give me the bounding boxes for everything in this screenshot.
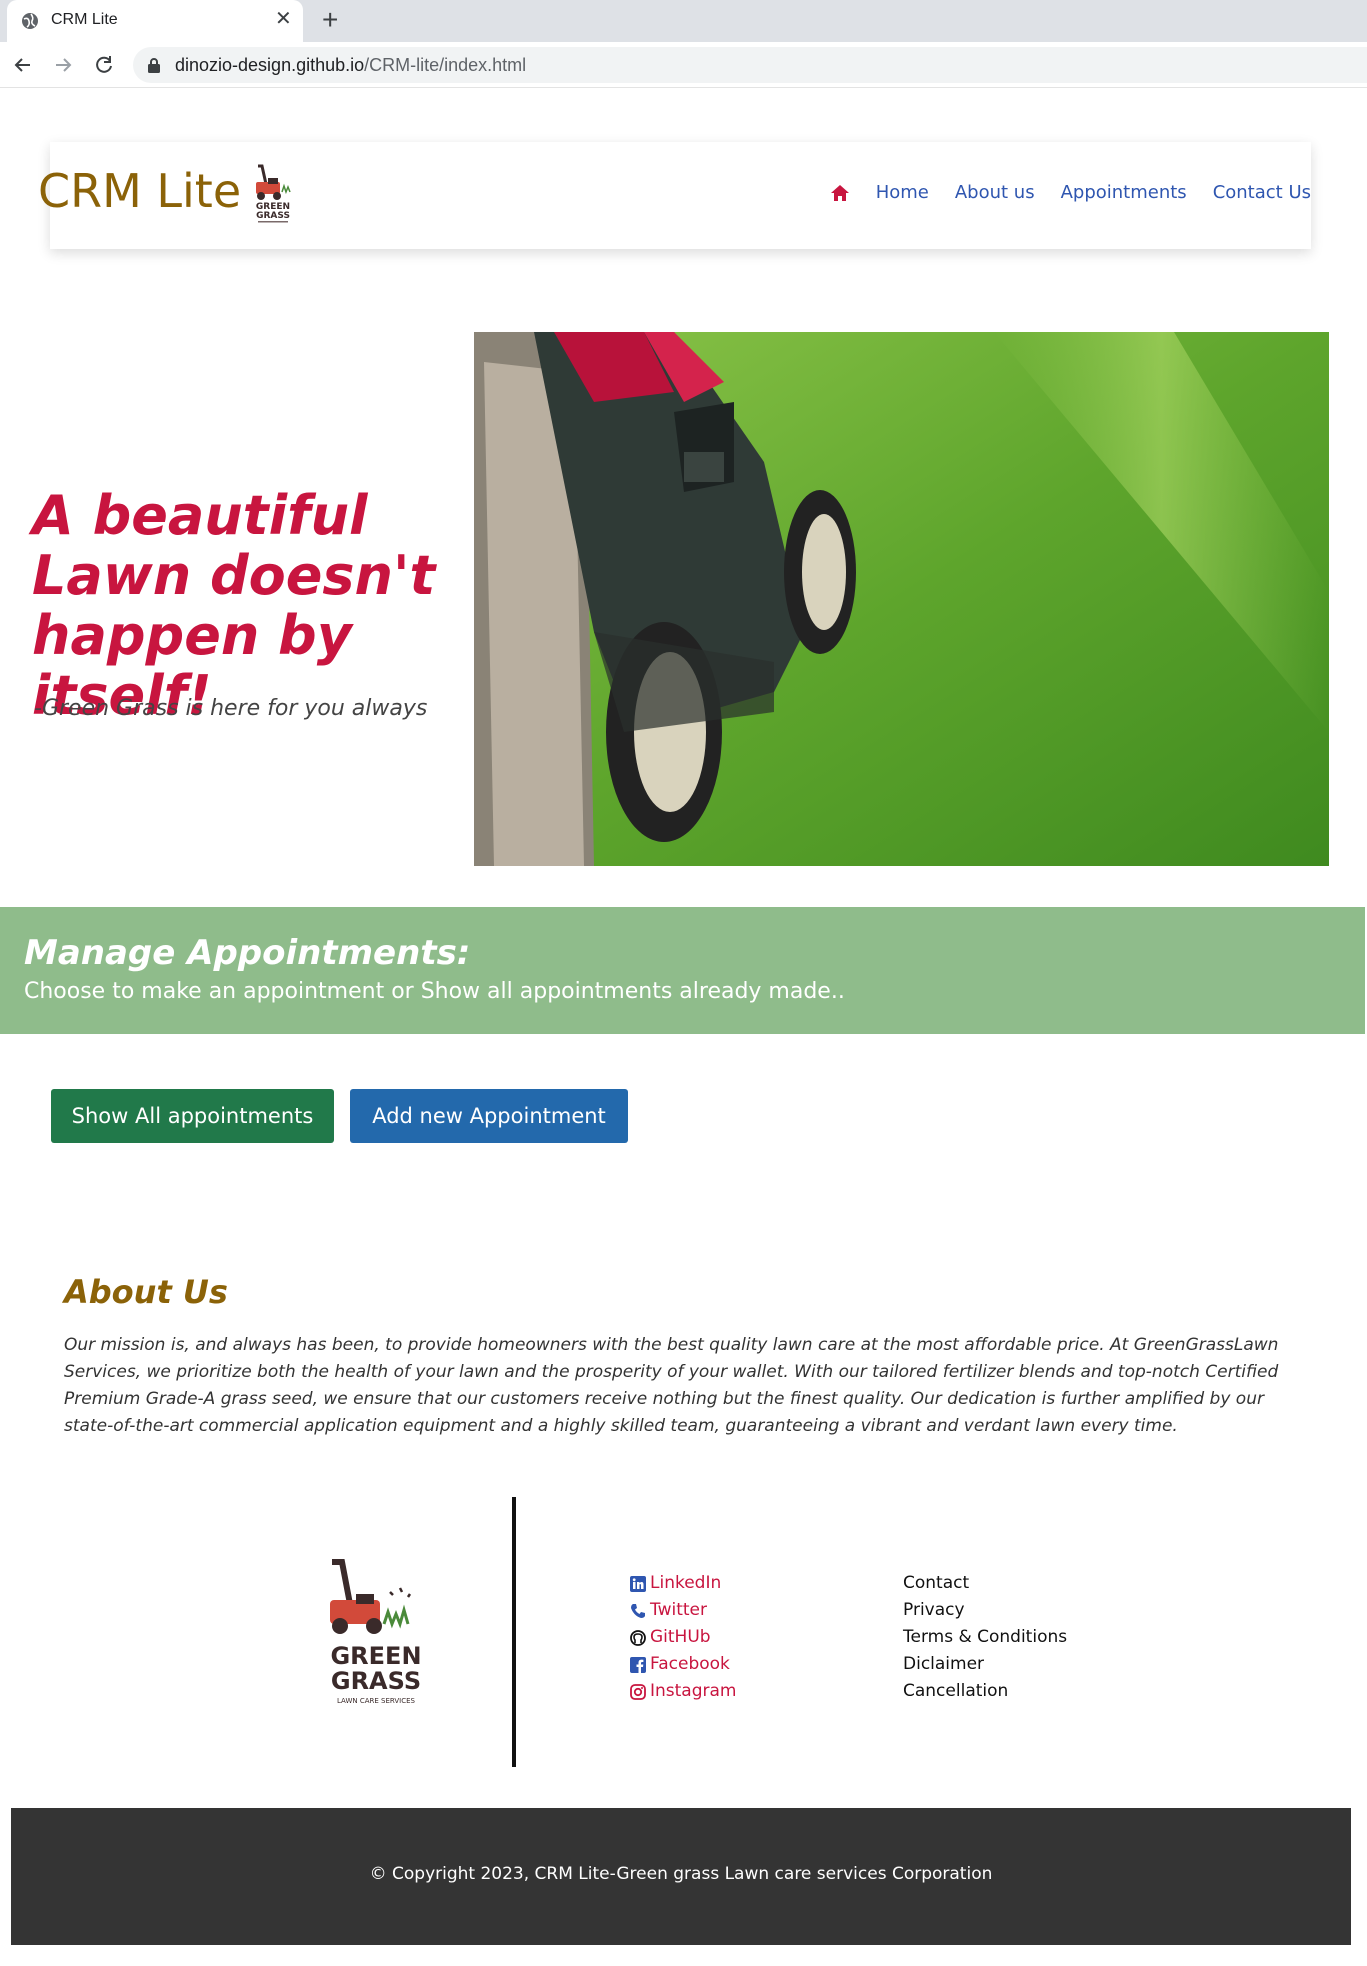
browser-tab[interactable]: CRM Lite ✕ [7, 0, 303, 42]
copyright-text: © Copyright 2023, CRM Lite-Green grass L… [369, 1864, 993, 1884]
social-link-linkedin[interactable]: LinkedIn [630, 1570, 737, 1597]
nav-about-us[interactable]: About us [955, 182, 1035, 203]
social-label: Instagram [650, 1681, 737, 1701]
logo-line2: GRASS [331, 1667, 421, 1695]
social-link-github[interactable]: GitHUb [630, 1624, 737, 1651]
footer-link-terms[interactable]: Terms & Conditions [903, 1624, 1067, 1651]
nav-contact-us[interactable]: Contact Us [1213, 182, 1311, 203]
github-icon [630, 1629, 646, 1646]
green-grass-logo[interactable]: GREEN GRASS [250, 162, 296, 226]
globe-icon [22, 13, 38, 29]
url-host: dinozio-design.github.io [175, 55, 365, 75]
hero-title: A beautiful Lawn doesn't happen by itsel… [32, 484, 436, 727]
about-us-title: About Us [64, 1273, 228, 1311]
page-content: CRM Lite GREEN GRASS Home About us Appoi… [0, 88, 1367, 1966]
reload-icon[interactable] [91, 52, 117, 78]
phone-icon [631, 1603, 645, 1618]
instagram-icon [630, 1683, 646, 1700]
social-label: Facebook [650, 1654, 730, 1674]
social-label: Twitter [650, 1600, 707, 1620]
main-nav: Home About us Appointments Contact Us [830, 182, 1311, 203]
browser-toolbar: dinozio-design.github.io/CRM-lite/index.… [0, 42, 1367, 88]
facebook-icon [630, 1656, 646, 1673]
svg-text:GRASS: GRASS [256, 211, 290, 221]
social-links: LinkedIn Twitter GitHUb Facebook Instagr… [630, 1570, 737, 1705]
social-label: GitHUb [650, 1627, 711, 1647]
hero-subtitle: -Green Grass is here for you always [34, 696, 428, 721]
url-path: /CRM-lite/index.html [364, 55, 527, 75]
footer-link-privacy[interactable]: Privacy [903, 1597, 1067, 1624]
footer-links: Contact Privacy Terms & Conditions Dicla… [903, 1570, 1067, 1705]
footer-link-cancellation[interactable]: Cancellation [903, 1678, 1067, 1705]
new-tab-icon[interactable]: + [322, 6, 338, 34]
forward-arrow-icon[interactable] [50, 52, 76, 78]
nav-home[interactable]: Home [876, 182, 929, 203]
show-all-appointments-button[interactable]: Show All appointments [51, 1089, 334, 1143]
social-link-twitter[interactable]: Twitter [630, 1597, 737, 1624]
close-icon[interactable]: ✕ [275, 9, 292, 29]
logo-line3: LAWN CARE SERVICES [337, 1697, 416, 1705]
footer-link-disclaimer[interactable]: Diclaimer [903, 1651, 1067, 1678]
social-label: LinkedIn [650, 1573, 722, 1593]
manage-title: Manage Appointments: [24, 933, 471, 973]
home-icon[interactable] [830, 184, 850, 202]
brand-title[interactable]: CRM Lite [38, 164, 241, 218]
social-link-instagram[interactable]: Instagram [630, 1678, 737, 1705]
linkedin-icon [630, 1575, 646, 1592]
lock-icon [148, 58, 160, 73]
manage-appointments-banner: Manage Appointments: Choose to make an a… [0, 907, 1365, 1034]
logo-line1: GREEN [330, 1642, 421, 1670]
copyright-bar: © Copyright 2023, CRM Lite-Green grass L… [11, 1808, 1351, 1945]
top-navbar: CRM Lite GREEN GRASS Home About us Appoi… [38, 142, 1311, 249]
lawn-mower-image [474, 332, 1329, 866]
social-link-facebook[interactable]: Facebook [630, 1651, 737, 1678]
nav-appointments[interactable]: Appointments [1061, 182, 1187, 203]
about-us-text: Our mission is, and always has been, to … [64, 1335, 1279, 1436]
url-text: dinozio-design.github.io/CRM-lite/index.… [175, 55, 526, 76]
add-new-appointment-button[interactable]: Add new Appointment [350, 1089, 628, 1143]
browser-tabstrip: CRM Lite ✕ + [0, 0, 1367, 42]
footer-green-grass-logo: GREEN GRASS LAWN CARE SERVICES [330, 1559, 422, 1705]
manage-subtitle: Choose to make an appointment or Show al… [24, 979, 845, 1004]
footer-divider [512, 1497, 516, 1767]
back-arrow-icon[interactable] [10, 52, 36, 78]
tab-title: CRM Lite [51, 11, 118, 28]
address-bar[interactable]: dinozio-design.github.io/CRM-lite/index.… [133, 47, 1367, 83]
footer-link-contact[interactable]: Contact [903, 1570, 1067, 1597]
